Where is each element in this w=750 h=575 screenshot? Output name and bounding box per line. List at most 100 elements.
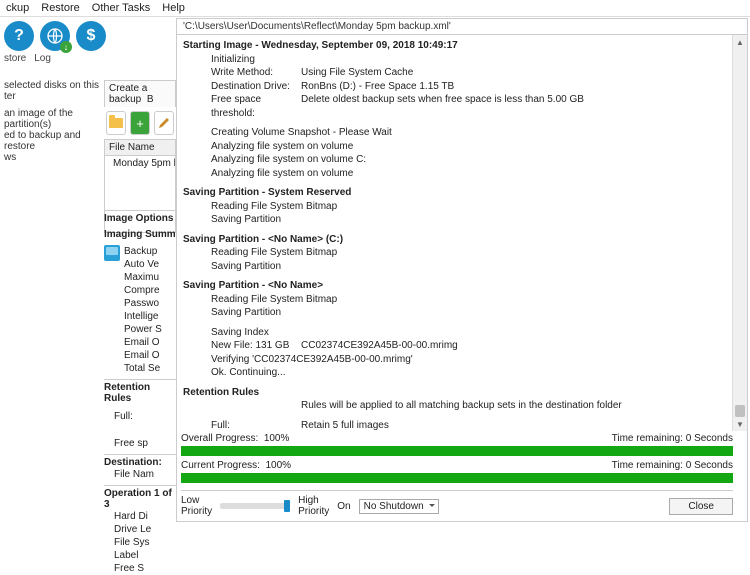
overall-label: Overall Progress: <box>181 433 258 444</box>
close-button[interactable]: Close <box>669 498 733 515</box>
purchase-button[interactable]: $ <box>76 21 106 51</box>
log-section: Saving Partition - <No Name> (C:) <box>183 233 731 247</box>
section-image-options: Image Options <box>104 213 176 224</box>
log-section: Retention Rules <box>183 386 731 400</box>
menu-help[interactable]: Help <box>162 2 185 14</box>
file-row[interactable]: Monday 5pm b <box>105 156 175 171</box>
bottom-bar: Low Priority High Priority On No Shutdow… <box>181 490 733 517</box>
log-line: Initializing <box>183 53 731 67</box>
log-line: Saving Index <box>183 326 731 340</box>
kv-full: Full: <box>104 410 176 423</box>
edit-button[interactable] <box>154 111 174 135</box>
section-imaging-summary: Imaging Summ <box>104 228 176 241</box>
time-remaining: Time remaining: 0 Seconds <box>612 460 733 471</box>
folder-icon <box>109 118 123 128</box>
kv: Email O <box>124 349 176 362</box>
log-line: Saving Partition <box>183 213 731 227</box>
kv: Auto Ve <box>124 258 176 271</box>
log-area: Starting Image - Wednesday, September 09… <box>181 35 733 431</box>
scrollbar[interactable]: ▲ ▼ <box>732 35 747 431</box>
kv-free: Free sp <box>104 437 176 450</box>
kv: Free S <box>104 562 176 575</box>
current-label: Current Progress: <box>181 460 260 471</box>
file-list-header[interactable]: File Name <box>105 140 175 156</box>
log-line: Analyzing file system on volume C: <box>183 153 731 167</box>
main-panel: 'C:\Users\User\Documents\Reflect\Monday … <box>176 18 748 522</box>
label-high-priority: High Priority <box>298 495 329 517</box>
kv: Power S <box>124 323 176 336</box>
kv: Maximu <box>124 271 176 284</box>
left-info: selected disks on this ter an image of t… <box>0 80 108 163</box>
down-arrow-icon: ↓ <box>60 41 72 53</box>
kv: Hard Di <box>104 510 176 523</box>
label-store: store <box>4 53 26 64</box>
time-remaining: Time remaining: 0 Seconds <box>612 433 733 444</box>
log-key: Write Method: <box>211 66 301 80</box>
scroll-thumb[interactable] <box>735 405 745 417</box>
log-key: New File: 131 GB <box>211 339 301 353</box>
section-retention: Retention Rules <box>104 382 176 404</box>
log-line: Creating Volume Snapshot - Please Wait <box>183 126 731 140</box>
menu-other-tasks[interactable]: Other Tasks <box>92 2 151 14</box>
help-button[interactable]: ? <box>4 21 34 51</box>
log-line: Reading File System Bitmap <box>183 200 731 214</box>
kv: Drive Le <box>104 523 176 536</box>
log-line: Analyzing file system on volume <box>183 167 731 181</box>
log-line: Verifying 'CC02374CE392A45B-00-00.mrimg' <box>183 353 731 367</box>
log-val: Delete oldest backup sets when free spac… <box>301 93 584 120</box>
log-val: Retain 5 full images <box>301 419 389 432</box>
slider-thumb[interactable] <box>284 500 290 512</box>
scroll-up-icon[interactable]: ▲ <box>733 35 747 49</box>
select-value: No Shutdown <box>364 501 424 512</box>
overall-value: 100% <box>264 433 290 444</box>
left-text: ter <box>4 91 104 102</box>
file-path: 'C:\Users\User\Documents\Reflect\Monday … <box>177 19 747 34</box>
kv-dest: File Nam <box>104 468 176 481</box>
file-name: Monday 5pm b <box>113 158 176 169</box>
log-key: Full: <box>211 419 301 432</box>
log-line: Analyzing file system on volume <box>183 140 731 154</box>
kv: File Sys <box>104 536 176 549</box>
current-progress-bar <box>181 473 733 483</box>
globe-button[interactable]: ↓ <box>40 21 70 51</box>
log-val: Using File System Cache <box>301 66 413 80</box>
priority-slider[interactable] <box>220 503 290 509</box>
mini-toolbar: + <box>104 107 176 139</box>
log-key: Free space threshold: <box>211 93 301 120</box>
current-value: 100% <box>265 460 291 471</box>
kv: Passwo <box>124 297 176 310</box>
shutdown-select[interactable]: No Shutdown <box>359 499 439 514</box>
menu-bar: ckup Restore Other Tasks Help <box>0 0 750 17</box>
side-panel: Image Options Imaging Summ Backup Auto V… <box>104 206 176 575</box>
log-val: RonBns (D:) - Free Space 1.15 TB <box>301 80 454 94</box>
tab-label: Create a backup <box>109 83 147 105</box>
tab-label-b: B <box>147 94 154 105</box>
open-folder-button[interactable] <box>106 111 126 135</box>
label-on: On <box>337 501 350 512</box>
col-filename: File Name <box>109 142 155 153</box>
log-val: CC02374CE392A45B-00-00.mrimg <box>301 339 458 353</box>
disk-icon <box>104 245 120 261</box>
kv: Total Se <box>124 362 176 375</box>
scroll-track[interactable] <box>733 49 747 417</box>
scroll-down-icon[interactable]: ▼ <box>733 417 747 431</box>
tab-create-backup[interactable]: Create a backup B <box>104 80 176 107</box>
menu-restore[interactable]: Restore <box>41 2 80 14</box>
log-line: Reading File System Bitmap <box>183 293 731 307</box>
overall-progress-bar <box>181 446 733 456</box>
menu-backup[interactable]: ckup <box>6 2 29 14</box>
log-header: Starting Image - Wednesday, September 09… <box>183 39 731 53</box>
section-operation: Operation 1 of 3 <box>104 488 176 510</box>
log-line: Reading File System Bitmap <box>183 246 731 260</box>
label-low-priority: Low Priority <box>181 495 212 517</box>
pencil-icon <box>157 116 171 130</box>
log-line: Saving Partition <box>183 306 731 320</box>
log-val: Rules will be applied to all matching ba… <box>301 399 622 413</box>
progress-block: Overall Progress: 100% Time remaining: 0… <box>181 431 733 487</box>
kv: Intellige <box>124 310 176 323</box>
log-section: Saving Partition - <No Name> <box>183 279 731 293</box>
add-button[interactable]: + <box>130 111 150 135</box>
left-text: an image of the partition(s) <box>4 108 104 130</box>
kv: Email O <box>124 336 176 349</box>
left-text: selected disks on this <box>4 80 104 91</box>
